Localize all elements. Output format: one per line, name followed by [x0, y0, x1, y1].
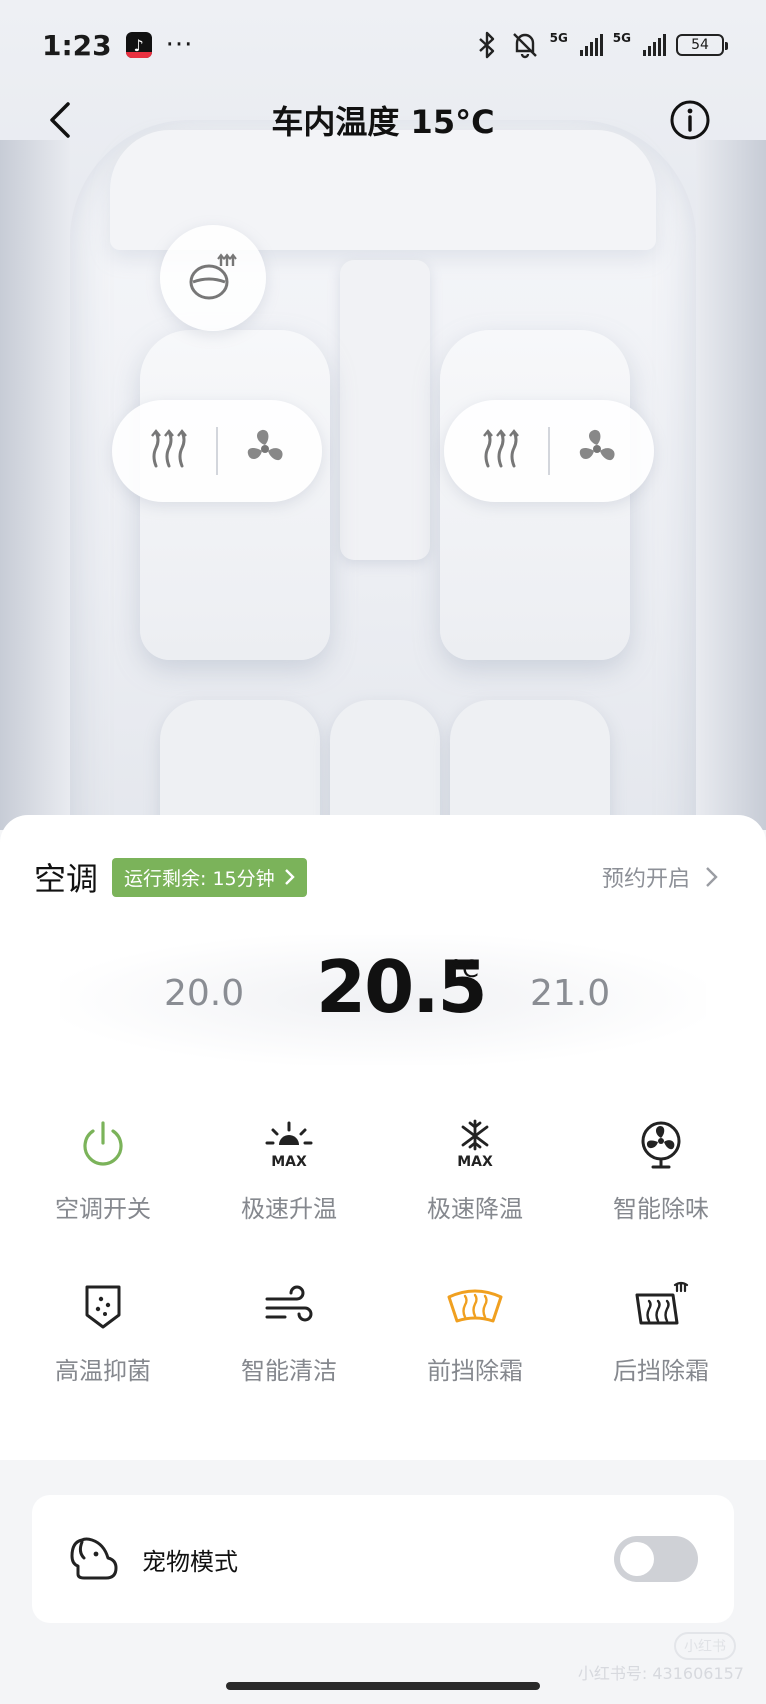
schedule-label: 预约开启 — [601, 867, 690, 892]
svg-text:MAX: MAX — [457, 1154, 493, 1170]
toggle-knob — [620, 1542, 654, 1576]
fan-icon — [579, 429, 615, 461]
pill-divider — [216, 427, 218, 475]
driver-seat-controls — [112, 400, 322, 502]
passenger-seat-heat-button[interactable] — [478, 426, 524, 476]
fan-icon — [631, 1115, 691, 1175]
signal-1-icon — [579, 34, 603, 56]
high-temp-sterilize-button[interactable]: 高温抑菌 — [10, 1277, 196, 1439]
rapid-cool-button[interactable]: MAX 极速降温 — [382, 1115, 568, 1277]
signal-2-icon — [643, 34, 666, 56]
ac-power-button[interactable]: 空调开关 — [10, 1115, 196, 1277]
battery-icon: 54 — [676, 34, 728, 56]
pet-mode-label: 宠物模式 — [142, 1547, 238, 1576]
control-label: 前挡除霜 — [427, 1357, 523, 1385]
steering-wheel-heat-button[interactable] — [160, 225, 266, 331]
pet-mode-toggle[interactable] — [614, 1536, 698, 1582]
control-label: 空调开关 — [55, 1195, 151, 1223]
pet-mode-card: 宠物模式 — [32, 1495, 734, 1623]
control-label: 极速降温 — [427, 1195, 523, 1223]
center-console — [340, 260, 430, 560]
control-label: 高温抑菌 — [55, 1357, 151, 1385]
rear-seat-left — [160, 700, 320, 830]
sun-max-icon: MAX — [259, 1115, 319, 1175]
shield-icon — [73, 1277, 133, 1337]
ac-title: 空调 — [34, 860, 99, 898]
status-bar: 1:23 ··· 5G 5G 54 — [0, 0, 766, 90]
pill-divider — [548, 427, 550, 475]
info-button[interactable] — [668, 98, 712, 142]
rapid-heat-button[interactable]: MAX 极速升温 — [196, 1115, 382, 1277]
chevron-right-icon — [284, 869, 295, 885]
temp-unit: °C — [450, 955, 479, 983]
chevron-left-icon — [50, 102, 70, 138]
control-label: 智能除味 — [613, 1195, 709, 1223]
driver-seat-heat-button[interactable] — [146, 426, 192, 476]
fan-icon — [247, 429, 283, 461]
seat-heat-icon — [151, 429, 187, 468]
info-icon — [670, 100, 710, 140]
header: 车内温度 15°C — [0, 90, 766, 150]
rear-seat-right — [450, 700, 610, 830]
car-right-door — [696, 140, 766, 830]
control-row-2: 高温抑菌 智能清洁 前挡除霜 后挡除霜 — [0, 1277, 766, 1439]
bluetooth-icon — [478, 31, 494, 59]
sim2-label: 5G — [612, 31, 631, 45]
svg-text:MAX: MAX — [271, 1154, 307, 1170]
mute-bell-icon — [512, 33, 537, 59]
rear-defrost-button[interactable]: 后挡除霜 — [568, 1277, 754, 1439]
chevron-right-icon — [706, 867, 718, 887]
car-left-door — [0, 140, 70, 830]
home-indicator[interactable] — [226, 1682, 540, 1690]
snowflake-max-icon: MAX — [445, 1115, 505, 1175]
rear-defrost-icon — [631, 1277, 691, 1337]
seat-heat-icon — [483, 429, 519, 468]
steering-wheel-heat-icon — [189, 253, 237, 300]
front-defrost-button[interactable]: 前挡除霜 — [382, 1277, 568, 1439]
schedule-button[interactable]: 预约开启 — [602, 861, 718, 893]
driver-seat-ventilation-button[interactable] — [242, 426, 288, 476]
page-title: 车内温度 15°C — [271, 103, 495, 141]
control-row-1: 空调开关 MAX 极速升温 MAX 极速降温 智能除味 — [0, 1115, 766, 1277]
ac-header-row: 空调 运行剩余: 15分钟 预约开启 — [34, 855, 732, 899]
dog-icon — [70, 1537, 118, 1580]
tiktok-icon — [125, 32, 152, 58]
temperature-selector[interactable]: 20.0 20.5 °C 21.0 — [60, 935, 706, 1065]
rear-seat-middle — [330, 700, 440, 830]
temp-option-higher[interactable]: 21.0 — [530, 973, 610, 1014]
temp-option-lower[interactable]: 20.0 — [164, 973, 244, 1014]
runtime-text: 运行剩余: 15分钟 — [124, 867, 275, 890]
passenger-seat-ventilation-button[interactable] — [574, 426, 620, 476]
back-button[interactable] — [40, 98, 84, 142]
front-defrost-icon — [445, 1277, 505, 1337]
smart-deodorize-button[interactable]: 智能除味 — [568, 1115, 754, 1277]
runtime-badge[interactable]: 运行剩余: 15分钟 — [112, 857, 307, 897]
status-time: 1:23 — [42, 28, 112, 62]
ac-panel: 空调 运行剩余: 15分钟 预约开启 20.0 20.5 °C 21.0 空调开… — [0, 815, 766, 1460]
control-label: 后挡除霜 — [613, 1357, 709, 1385]
more-notifications: ··· — [165, 30, 194, 60]
control-label: 极速升温 — [241, 1195, 337, 1223]
control-label: 智能清洁 — [241, 1357, 337, 1385]
watermark-text: 小红书号: 431606157 — [577, 1664, 744, 1683]
sim1-label: 5G — [549, 31, 568, 45]
wind-icon — [259, 1277, 319, 1337]
smart-clean-button[interactable]: 智能清洁 — [196, 1277, 382, 1439]
status-icons: 5G 5G 54 — [474, 31, 728, 59]
passenger-seat-controls — [444, 400, 654, 502]
power-icon — [73, 1115, 133, 1175]
control-grid: 空调开关 MAX 极速升温 MAX 极速降温 智能除味 高温抑菌 智能清洁 前挡… — [0, 1115, 766, 1439]
watermark-logo: 小红书 — [674, 1632, 736, 1660]
